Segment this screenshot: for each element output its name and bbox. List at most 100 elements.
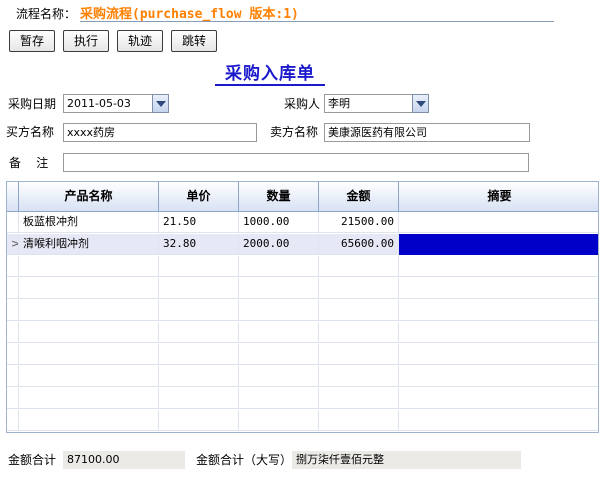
empty-cell[interactable] [239, 432, 319, 433]
empty-cell[interactable] [399, 366, 598, 387]
track-button[interactable]: 轨迹 [117, 30, 163, 52]
jump-button[interactable]: 跳转 [171, 30, 217, 52]
flow-label: 流程名称： [16, 7, 77, 21]
col-header-price[interactable]: 单价 [159, 182, 239, 212]
cell-product[interactable]: 板蓝根冲剂 [19, 212, 159, 233]
row-header[interactable] [7, 212, 19, 233]
empty-cell[interactable] [239, 366, 319, 387]
table-row-empty[interactable] [7, 410, 598, 431]
empty-cell[interactable] [239, 256, 319, 277]
empty-cell[interactable] [239, 300, 319, 321]
table-row-empty[interactable] [7, 256, 598, 277]
empty-cell[interactable] [239, 410, 319, 431]
empty-cell[interactable] [319, 256, 399, 277]
row-header[interactable] [7, 322, 19, 343]
remark-field[interactable] [63, 153, 529, 172]
table-row-empty[interactable] [7, 322, 598, 343]
empty-cell[interactable] [159, 366, 239, 387]
table-row-empty[interactable] [7, 278, 598, 299]
execute-button[interactable]: 执行 [63, 30, 109, 52]
seller-field[interactable]: 美康源医药有限公司 [324, 123, 530, 142]
table-row-empty[interactable] [7, 344, 598, 365]
row-header[interactable] [7, 366, 19, 387]
purchase-date-label: 采购日期 [8, 97, 57, 111]
empty-cell[interactable] [19, 256, 159, 277]
empty-cell[interactable] [319, 366, 399, 387]
table-row-selected[interactable]: > 清喉利咽冲剂 32.80 2000.00 65600.00 [7, 234, 598, 255]
empty-cell[interactable] [19, 344, 159, 365]
empty-cell[interactable] [159, 410, 239, 431]
empty-cell[interactable] [19, 322, 159, 343]
empty-cell[interactable] [19, 278, 159, 299]
purchaser-field[interactable]: 李明 [324, 94, 413, 113]
empty-cell[interactable] [19, 410, 159, 431]
purchase-date-dropdown[interactable] [152, 94, 169, 113]
empty-cell[interactable] [19, 432, 159, 433]
table-row[interactable]: 板蓝根冲剂 21.50 1000.00 21500.00 [7, 212, 598, 233]
row-header[interactable] [7, 432, 19, 433]
empty-cell[interactable] [159, 322, 239, 343]
purchaser-dropdown[interactable] [412, 94, 429, 113]
empty-cell[interactable] [319, 300, 399, 321]
empty-cell[interactable] [399, 256, 598, 277]
table-row-empty[interactable] [7, 388, 598, 409]
empty-cell[interactable] [159, 256, 239, 277]
empty-cell[interactable] [399, 322, 598, 343]
col-header-summary[interactable]: 摘要 [399, 182, 598, 212]
save-draft-button[interactable]: 暂存 [9, 30, 55, 52]
sum-value: 87100.00 [63, 451, 185, 469]
empty-cell[interactable] [159, 432, 239, 433]
table-row-empty[interactable] [7, 366, 598, 387]
empty-cell[interactable] [159, 344, 239, 365]
row-header[interactable] [7, 278, 19, 299]
row-pointer-icon: > [11, 234, 18, 254]
col-header-product[interactable]: 产品名称 [19, 182, 159, 212]
empty-cell[interactable] [319, 410, 399, 431]
col-header-quantity[interactable]: 数量 [239, 182, 319, 212]
empty-cell[interactable] [319, 344, 399, 365]
cell-summary[interactable] [399, 212, 598, 233]
cell-summary-active[interactable] [399, 234, 598, 255]
product-grid[interactable]: 产品名称 单价 数量 金额 摘要 板蓝根冲剂 21.50 1000.00 215… [6, 181, 599, 433]
row-header[interactable] [7, 344, 19, 365]
row-header[interactable] [7, 388, 19, 409]
empty-cell[interactable] [319, 432, 399, 433]
empty-cell[interactable] [239, 388, 319, 409]
purchase-date-field[interactable]: 2011-05-03 [63, 94, 153, 113]
buyer-label: 买方名称 [6, 125, 55, 139]
empty-cell[interactable] [399, 300, 598, 321]
empty-cell[interactable] [399, 410, 598, 431]
empty-cell[interactable] [19, 300, 159, 321]
cell-amount[interactable]: 21500.00 [319, 212, 399, 233]
cell-quantity[interactable]: 1000.00 [239, 212, 319, 233]
cell-quantity[interactable]: 2000.00 [239, 234, 319, 255]
empty-cell[interactable] [319, 388, 399, 409]
empty-cell[interactable] [19, 366, 159, 387]
empty-cell[interactable] [239, 344, 319, 365]
cell-product[interactable]: 清喉利咽冲剂 [19, 234, 159, 255]
row-header[interactable]: > [7, 234, 19, 255]
cell-amount[interactable]: 65600.00 [319, 234, 399, 255]
row-header[interactable] [7, 410, 19, 431]
empty-cell[interactable] [399, 344, 598, 365]
col-header-amount[interactable]: 金额 [319, 182, 399, 212]
empty-cell[interactable] [319, 278, 399, 299]
table-row-empty[interactable] [7, 300, 598, 321]
empty-cell[interactable] [239, 278, 319, 299]
empty-cell[interactable] [159, 388, 239, 409]
empty-cell[interactable] [399, 432, 599, 433]
empty-cell[interactable] [319, 322, 399, 343]
sum-label: 金额合计 [8, 453, 57, 467]
row-header[interactable] [7, 300, 19, 321]
empty-cell[interactable] [159, 300, 239, 321]
cell-price[interactable]: 32.80 [159, 234, 239, 255]
buyer-field[interactable]: xxxx药房 [63, 123, 257, 142]
empty-cell[interactable] [239, 322, 319, 343]
empty-cell[interactable] [19, 388, 159, 409]
empty-cell[interactable] [399, 278, 598, 299]
row-header[interactable] [7, 256, 19, 277]
table-row-empty[interactable] [7, 432, 599, 433]
cell-price[interactable]: 21.50 [159, 212, 239, 233]
empty-cell[interactable] [159, 278, 239, 299]
empty-cell[interactable] [399, 388, 598, 409]
